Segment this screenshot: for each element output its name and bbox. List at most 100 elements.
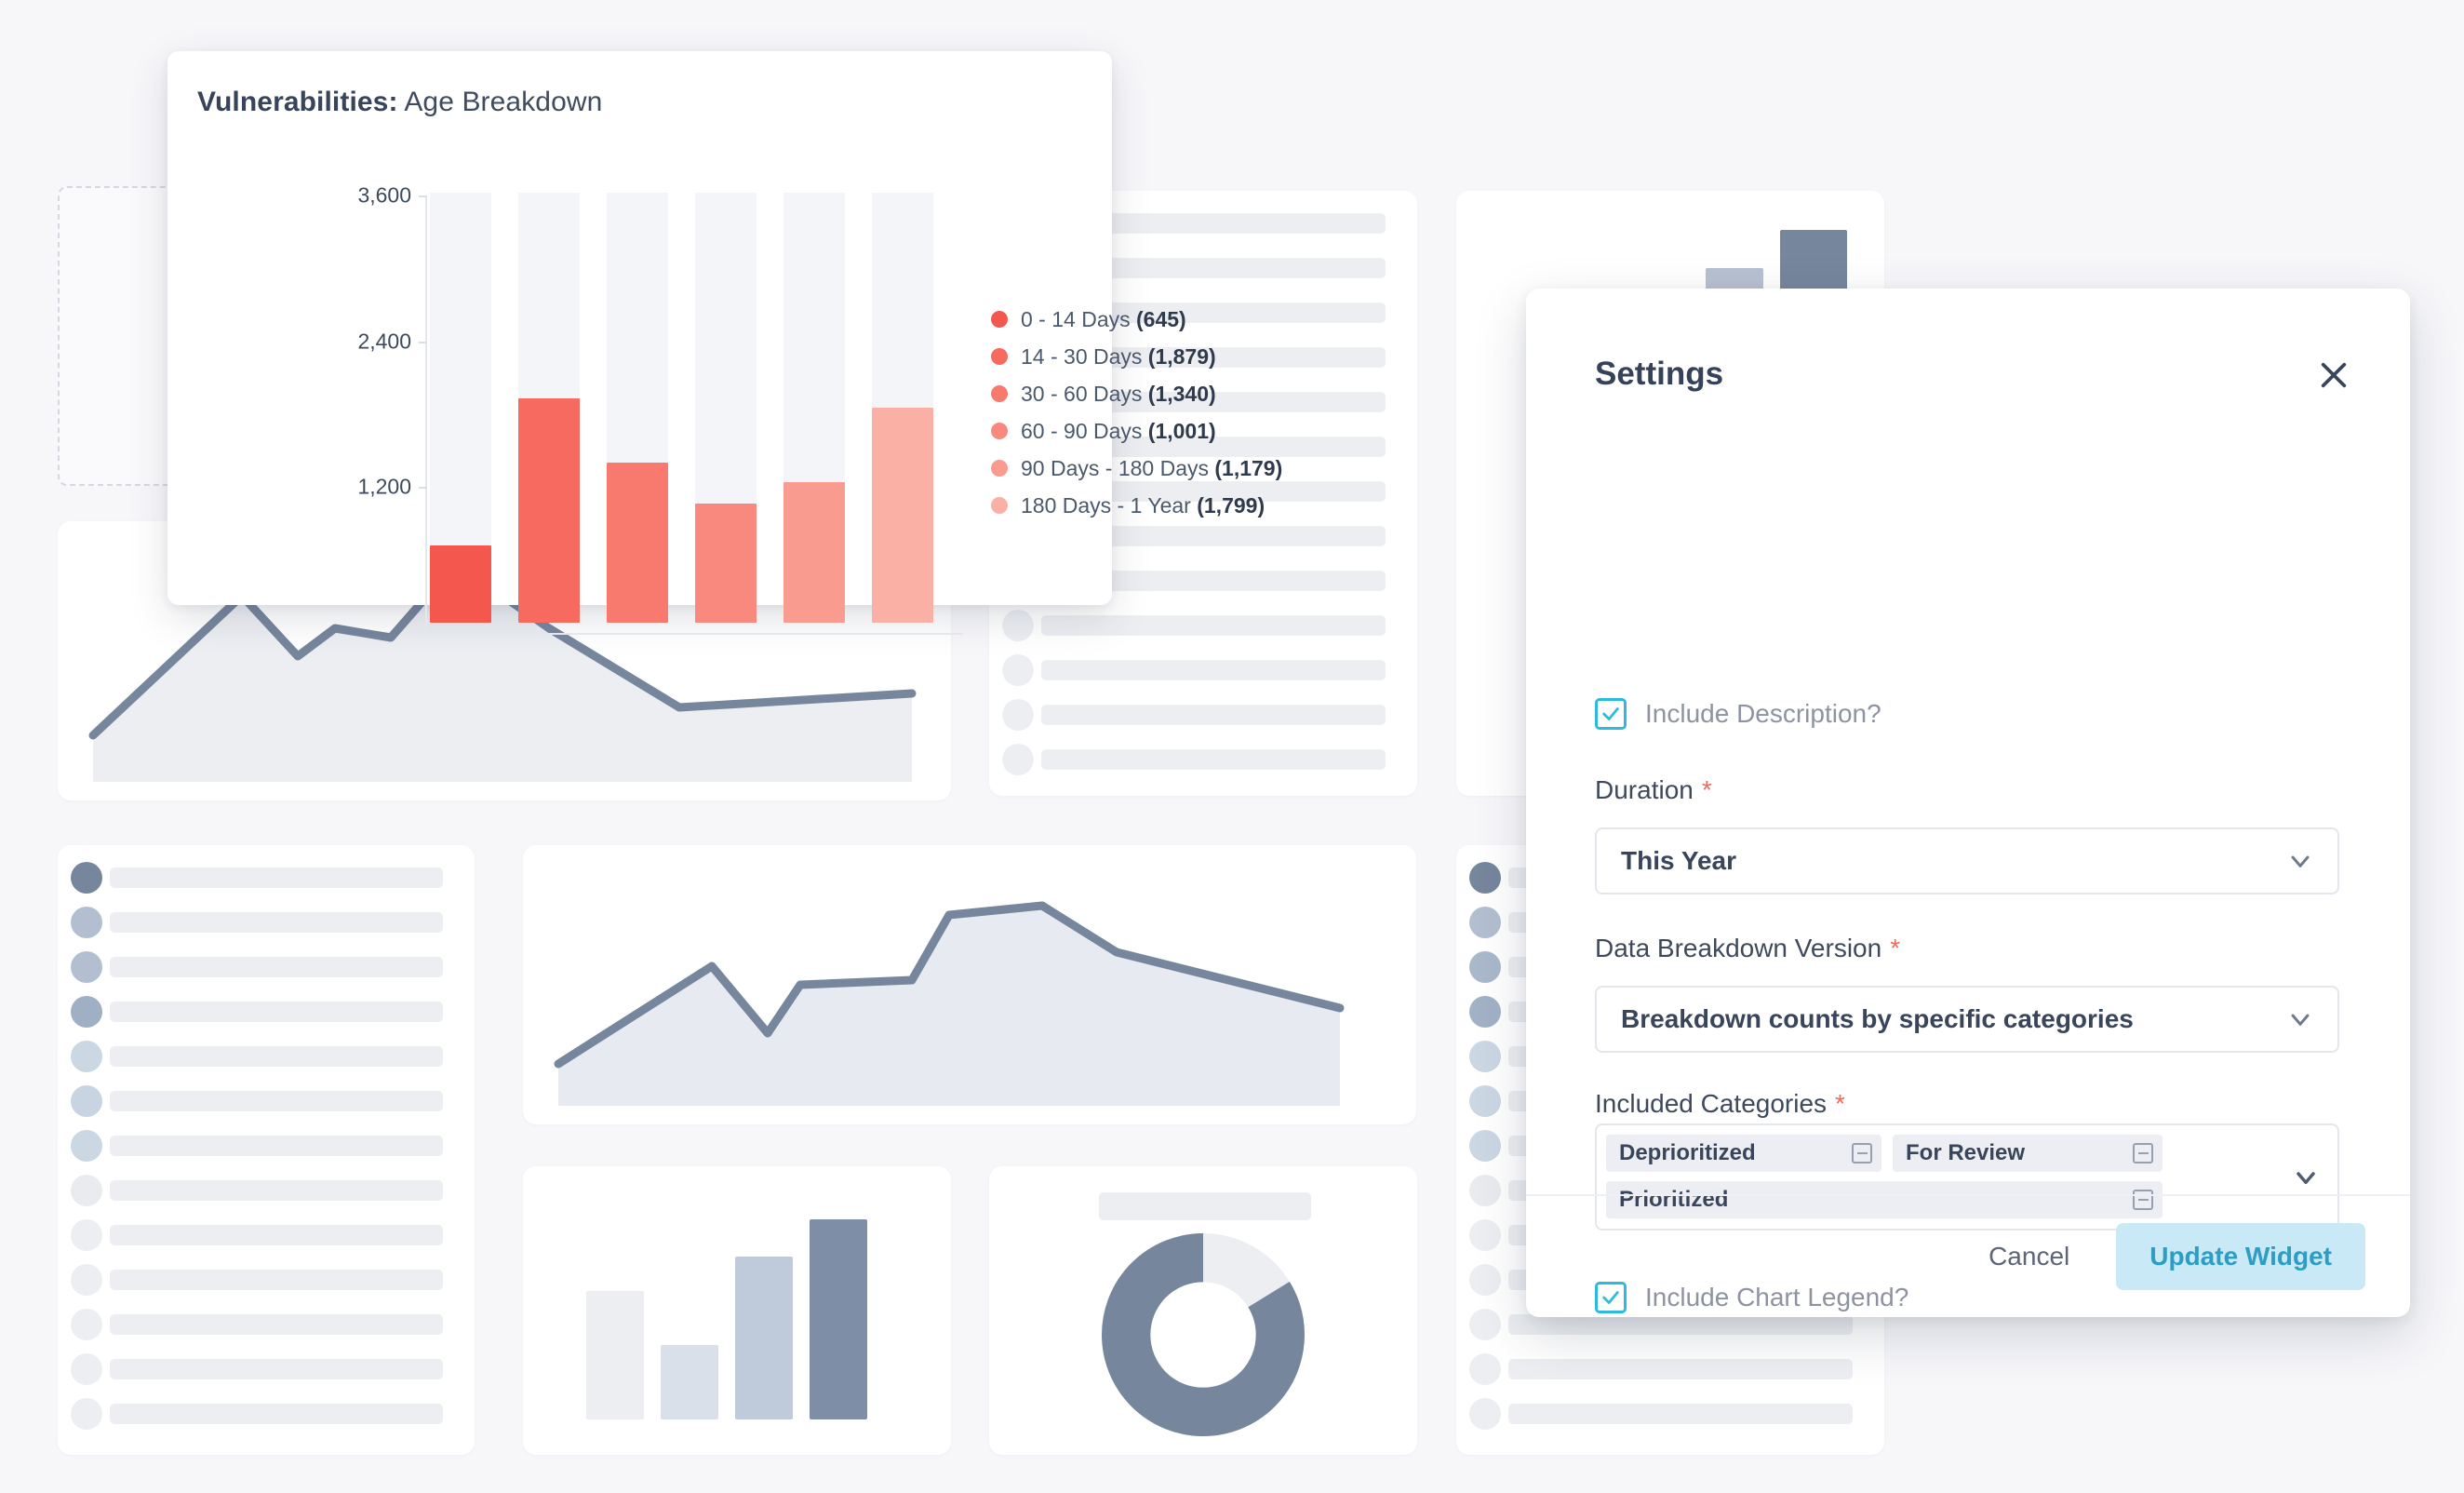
list-item-text-skeleton: [1041, 749, 1386, 770]
list-item-avatar: [1469, 1085, 1501, 1117]
legend-color-swatch: [991, 385, 1008, 402]
mini-bar-1: [586, 1291, 644, 1419]
list-item-avatar: [1002, 699, 1034, 731]
list-item-text-skeleton: [110, 1002, 443, 1022]
area-chart-widget-middle[interactable]: [523, 845, 1416, 1124]
list-item-text-skeleton: [110, 1404, 443, 1424]
mini-bar-3: [735, 1257, 793, 1419]
list-item-text-skeleton: [110, 1091, 443, 1111]
legend-value: (1,179): [1214, 455, 1283, 480]
list-item-text-skeleton: [110, 957, 443, 977]
area-chart-graphic-middle: [554, 901, 1345, 1106]
list-item-text-skeleton: [1041, 705, 1386, 725]
legend-item[interactable]: 90 Days - 180 Days (1,179): [991, 450, 1282, 487]
legend-value: (1,001): [1147, 418, 1216, 443]
minus-box-icon[interactable]: [1852, 1143, 1872, 1163]
duration-required-marker: *: [1701, 775, 1712, 804]
included-categories-label: Included Categories *: [1595, 1089, 1845, 1119]
list-item-avatar: [71, 996, 102, 1028]
chart-plot-area: [430, 193, 960, 630]
list-item-avatar: [71, 1353, 102, 1385]
vulnerabilities-age-breakdown-widget[interactable]: Vulnerabilities: Age Breakdown 3,600 2,40…: [167, 51, 1282, 635]
y-axis-tick-label: 3,600: [357, 182, 411, 208]
chart-bar[interactable]: [430, 545, 491, 623]
list-item-avatar: [71, 1085, 102, 1117]
donut-chart-widget[interactable]: [989, 1166, 1417, 1455]
included-categories-label-text: Included Categories: [1595, 1089, 1828, 1118]
list-item-avatar: [71, 951, 102, 983]
list-widget-bottom-left[interactable]: [58, 845, 475, 1455]
list-item-text-skeleton: [1041, 660, 1386, 680]
chevron-down-icon[interactable]: [2285, 846, 2315, 876]
list-item-avatar: [1469, 1264, 1501, 1296]
list-item-avatar: [1469, 1309, 1501, 1340]
chart-bar[interactable]: [695, 503, 757, 623]
chart-bar[interactable]: [783, 481, 845, 623]
legend-label: 60 - 90 Days (1,001): [1021, 418, 1216, 443]
widget-title-bold: Vulnerabilities:: [197, 87, 398, 117]
y-axis-tick-label: 1,200: [357, 474, 411, 499]
update-widget-button[interactable]: Update Widget: [2116, 1223, 2365, 1290]
duration-value: This Year: [1621, 846, 1737, 875]
bar-chart-widget-small[interactable]: [523, 1166, 951, 1455]
legend-color-swatch: [991, 460, 1008, 477]
list-item-avatar: [71, 1264, 102, 1296]
legend-item[interactable]: 14 - 30 Days (1,879): [991, 338, 1282, 375]
list-item-avatar: [71, 1219, 102, 1251]
chart-y-axis: [425, 195, 427, 633]
list-item-avatar: [71, 862, 102, 894]
include-description-row[interactable]: Include Description?: [1595, 698, 1881, 730]
tag-chip[interactable]: For Review: [1893, 1135, 2163, 1172]
list-item-text-skeleton: [110, 1314, 443, 1335]
chart-bar[interactable]: [518, 397, 580, 623]
cancel-button[interactable]: Cancel: [1975, 1232, 2082, 1281]
list-item-avatar: [1469, 996, 1501, 1028]
list-item-avatar: [71, 1175, 102, 1206]
chart-bar[interactable]: [607, 463, 668, 623]
chevron-down-icon[interactable]: [2285, 1004, 2315, 1034]
legend-label: 0 - 14 Days (645): [1021, 306, 1186, 331]
y-axis-tick: [419, 341, 427, 343]
legend-item[interactable]: 0 - 14 Days (645): [991, 301, 1282, 338]
legend-value: (1,799): [1197, 492, 1265, 518]
mini-bar-4: [810, 1219, 867, 1419]
donut-title-skeleton: [1099, 1192, 1311, 1220]
minus-box-icon[interactable]: [2133, 1143, 2153, 1163]
breakdown-version-select[interactable]: Breakdown counts by specific categories: [1595, 986, 2339, 1053]
chart-x-axis: [425, 633, 963, 635]
close-icon[interactable]: [2300, 342, 2367, 409]
chart-bar[interactable]: [872, 408, 933, 623]
list-item-avatar: [1469, 1130, 1501, 1162]
breakdown-version-label-text: Data Breakdown Version: [1595, 934, 1882, 962]
list-item-avatar: [1469, 1041, 1501, 1072]
widget-title: Vulnerabilities: Age Breakdown: [197, 87, 602, 118]
y-axis-tick: [419, 487, 427, 490]
settings-dialog[interactable]: Settings Include Description? Duration * …: [1526, 289, 2410, 1317]
list-item-avatar: [71, 1309, 102, 1340]
legend-value: (1,340): [1147, 381, 1216, 406]
legend-color-swatch: [991, 497, 1008, 514]
list-item-text-skeleton: [1508, 1314, 1853, 1335]
chevron-down-icon[interactable]: [2291, 1163, 2321, 1192]
legend-item[interactable]: 180 Days - 1 Year (1,799): [991, 487, 1282, 524]
duration-select[interactable]: This Year: [1595, 827, 2339, 894]
legend-item[interactable]: 60 - 90 Days (1,001): [991, 412, 1282, 450]
list-item-avatar: [71, 1130, 102, 1162]
list-item-avatar: [71, 907, 102, 938]
list-item-text-skeleton: [110, 1136, 443, 1156]
list-item-avatar: [1469, 1175, 1501, 1206]
chart-legend: 0 - 14 Days (645) 14 - 30 Days (1,879) 30 …: [991, 301, 1282, 524]
list-item-avatar: [1002, 610, 1034, 641]
legend-color-swatch: [991, 311, 1008, 328]
list-item-avatar: [1469, 1353, 1501, 1385]
legend-color-swatch: [991, 348, 1008, 365]
list-item-avatar: [71, 1398, 102, 1430]
include-description-checkbox[interactable]: [1595, 698, 1627, 730]
duration-label-text: Duration: [1595, 775, 1694, 804]
include-description-label: Include Description?: [1645, 699, 1881, 728]
list-item-avatar: [1002, 654, 1034, 686]
list-item-avatar: [71, 1041, 102, 1072]
legend-label: 90 Days - 180 Days (1,179): [1021, 455, 1283, 480]
legend-item[interactable]: 30 - 60 Days (1,340): [991, 375, 1282, 412]
tag-chip[interactable]: Deprioritized: [1606, 1135, 1881, 1172]
